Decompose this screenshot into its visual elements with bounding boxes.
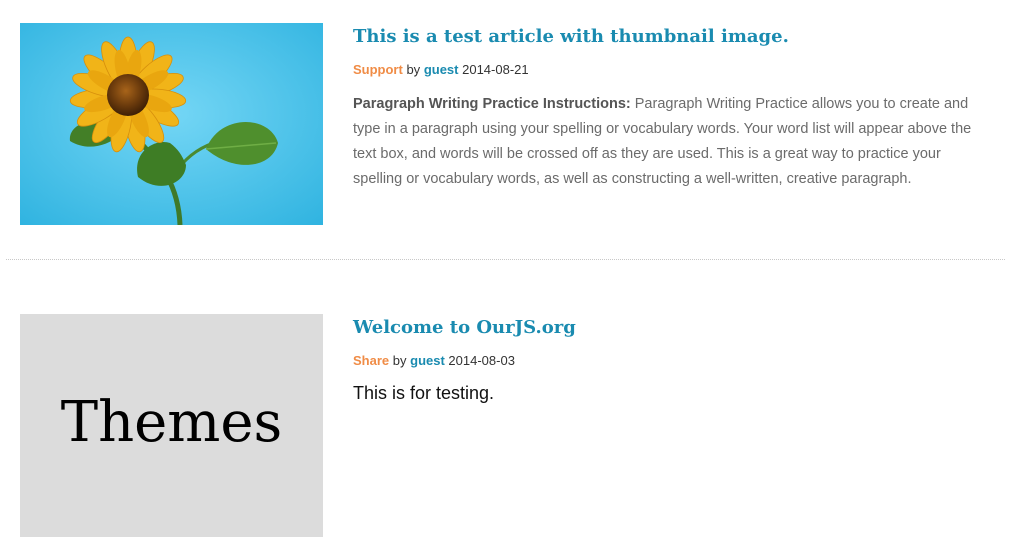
article-title-link[interactable]: This is a test article with thumbnail im… — [353, 26, 789, 48]
article-thumbnail[interactable] — [20, 23, 323, 225]
by-label: by — [392, 353, 407, 368]
summary-lead: Paragraph Writing Practice Instructions: — [353, 96, 631, 112]
article-thumbnail[interactable]: Themes — [20, 314, 323, 537]
author-link[interactable]: guest — [424, 62, 459, 77]
article-item: Themes Welcome to OurJS.org Share by gue… — [0, 260, 1009, 553]
article-title-link[interactable]: Welcome to OurJS.org — [353, 317, 576, 339]
sunflower-image — [20, 23, 323, 225]
article-body: This is for testing. — [353, 383, 495, 403]
article-meta: Support by guest 2014-08-21 — [353, 62, 973, 78]
by-label: by — [406, 62, 421, 77]
article-item: This is a test article with thumbnail im… — [0, 0, 1009, 260]
category-link[interactable]: Share — [353, 353, 389, 368]
article-meta: Share by guest 2014-08-03 — [353, 353, 973, 369]
thumbnail-text: Themes — [60, 390, 283, 455]
article-summary: Paragraph Writing Practice Instructions:… — [353, 92, 973, 192]
category-link[interactable]: Support — [353, 62, 403, 77]
article-content: This is a test article with thumbnail im… — [353, 26, 973, 192]
article-date: 2014-08-21 — [462, 62, 529, 77]
author-link[interactable]: guest — [410, 353, 445, 368]
article-content: Welcome to OurJS.org Share by guest 2014… — [353, 317, 973, 405]
article-date: 2014-08-03 — [448, 353, 515, 368]
